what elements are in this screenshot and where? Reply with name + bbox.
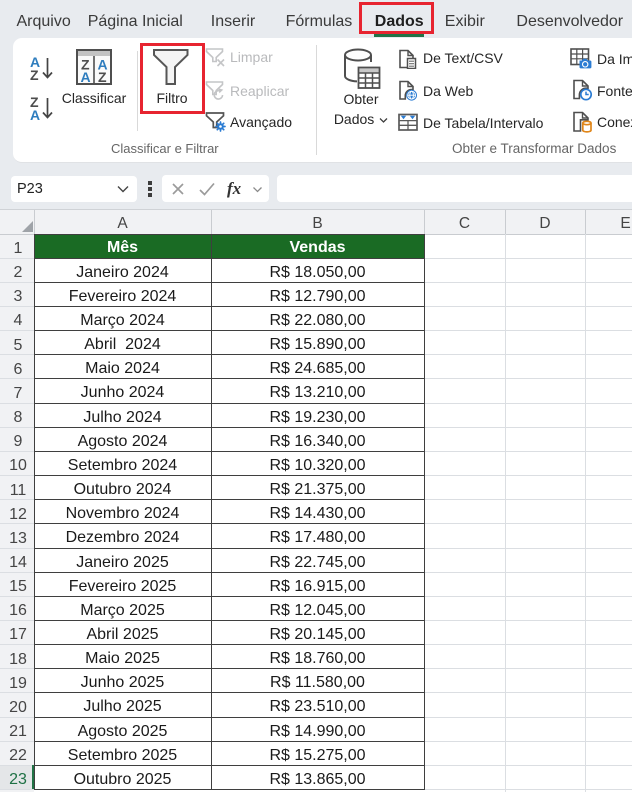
- svg-text:A: A: [30, 107, 40, 123]
- svg-text:Z: Z: [30, 67, 39, 83]
- svg-text:A: A: [81, 69, 91, 85]
- svg-text:Z: Z: [98, 69, 107, 85]
